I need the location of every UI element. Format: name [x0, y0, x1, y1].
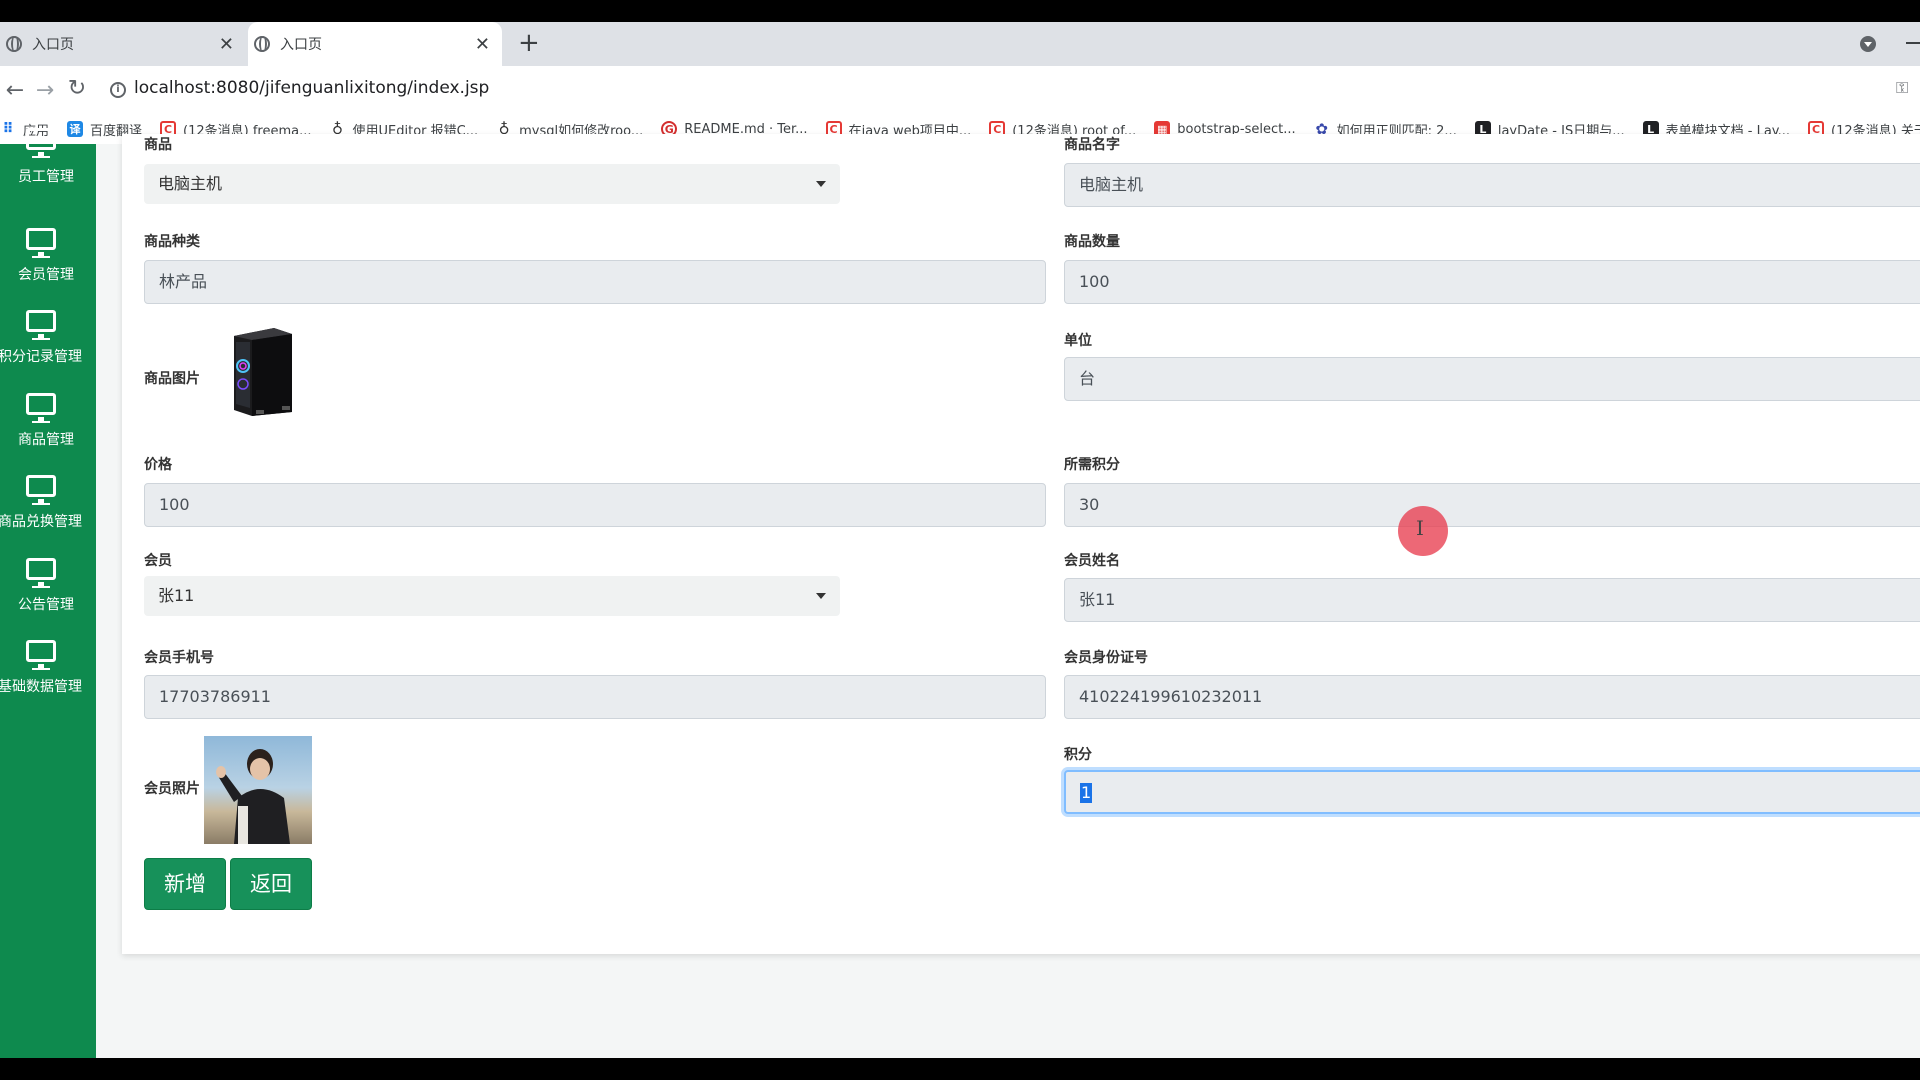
- browser-window: 入口页 ✕ 入口页 ✕ + ← → ↻ i localhost:8080/jif…: [0, 22, 1920, 1058]
- screen-frame: 入口页 ✕ 入口页 ✕ + ← → ↻ i localhost:8080/jif…: [0, 0, 1920, 1080]
- required-points-label: 所需积分: [1064, 457, 1120, 473]
- sidebar-item-base-data[interactable]: 基础数据管理: [0, 640, 96, 720]
- points-field[interactable]: 1: [1064, 770, 1920, 814]
- close-tab-icon[interactable]: ✕: [219, 34, 234, 55]
- member-id-field[interactable]: 410224199610232011: [1064, 675, 1920, 719]
- back-arrow-icon[interactable]: ←: [0, 78, 30, 103]
- tab-1[interactable]: 入口页 ✕: [0, 22, 246, 66]
- goods-select[interactable]: 电脑主机: [144, 164, 840, 204]
- unit-label: 单位: [1064, 333, 1092, 349]
- key-icon[interactable]: ⚿: [1896, 78, 1908, 98]
- chevron-down-icon: [816, 593, 826, 599]
- member-select-value: 张11: [158, 586, 195, 605]
- sidebar-item-goods[interactable]: 商品管理: [0, 393, 96, 473]
- member-name-field[interactable]: 张11: [1064, 578, 1920, 622]
- monitor-icon: [26, 475, 56, 505]
- add-button[interactable]: 新增: [144, 858, 226, 910]
- monitor-icon: [26, 310, 56, 340]
- browser-toolbar: ← → ↻ i localhost:8080/jifenguanlixitong…: [0, 66, 1920, 114]
- member-phone-label: 会员手机号: [144, 650, 214, 666]
- member-select[interactable]: 张11: [144, 576, 840, 616]
- person-photo-icon: [216, 749, 290, 844]
- tab-search-icon[interactable]: [1860, 36, 1876, 52]
- points-value-selected: 1: [1080, 783, 1093, 803]
- monitor-icon: [26, 228, 56, 258]
- tab-title: 入口页: [280, 37, 322, 53]
- sidebar-item-label: 积分记录管理: [0, 349, 82, 365]
- tab-title: 入口页: [32, 37, 74, 53]
- goods-name-label: 商品名字: [1064, 137, 1120, 153]
- sidebar-item-members[interactable]: 会员管理: [0, 228, 96, 308]
- sidebar-item-points-records[interactable]: 积分记录管理: [0, 310, 96, 390]
- sidebar-item-staff[interactable]: 员工管理: [0, 128, 96, 218]
- price-field[interactable]: 100: [144, 483, 1046, 527]
- monitor-icon: [26, 640, 56, 670]
- form-card: 商品 电脑主机 商品名字 电脑主机 商品种类 林产品 商品数量 100 商品图片: [122, 134, 1920, 954]
- member-id-label: 会员身份证号: [1064, 650, 1148, 666]
- globe-icon: [254, 36, 270, 52]
- goods-select-value: 电脑主机: [158, 174, 223, 193]
- close-tab-icon[interactable]: ✕: [475, 34, 490, 55]
- goods-type-label: 商品种类: [144, 234, 200, 250]
- forward-arrow-icon[interactable]: →: [30, 78, 60, 103]
- globe-icon: [6, 36, 22, 52]
- apps-grid-icon: ⠿: [2, 121, 14, 137]
- points-label: 积分: [1064, 747, 1092, 763]
- goods-label: 商品: [144, 137, 172, 153]
- sidebar-item-label: 商品兑换管理: [0, 514, 82, 530]
- back-button[interactable]: 返回: [230, 858, 312, 910]
- baidu-translate-icon: 译: [67, 121, 84, 137]
- member-label: 会员: [144, 553, 172, 569]
- goods-photo-label: 商品图片: [144, 371, 200, 387]
- monitor-icon: [26, 128, 56, 158]
- main-content: 商品 电脑主机 商品名字 电脑主机 商品种类 林产品 商品数量 100 商品图片: [96, 134, 1920, 1058]
- sidebar-item-label: 商品管理: [18, 432, 74, 448]
- unit-field[interactable]: 台: [1064, 357, 1920, 401]
- computer-case-image: [234, 328, 292, 416]
- tab-strip: 入口页 ✕ 入口页 ✕ +: [0, 22, 1920, 66]
- sidebar-item-notices[interactable]: 公告管理: [0, 558, 96, 638]
- goods-count-field[interactable]: 100: [1064, 260, 1920, 304]
- tab-2-active[interactable]: 入口页 ✕: [248, 22, 502, 66]
- minimize-icon[interactable]: [1906, 42, 1920, 44]
- required-points-field[interactable]: 30: [1064, 483, 1920, 527]
- monitor-icon: [26, 393, 56, 423]
- monitor-icon: [26, 558, 56, 588]
- sidebar: 员工管理 会员管理 积分记录管理 商品管理 商品兑换管理 公告管理 基础数据管理: [0, 128, 96, 1058]
- member-photo-image: [204, 736, 312, 844]
- member-phone-field[interactable]: 17703786911: [144, 675, 1046, 719]
- goods-name-field[interactable]: 电脑主机: [1064, 163, 1920, 207]
- site-info-icon[interactable]: i: [110, 82, 126, 98]
- goods-count-label: 商品数量: [1064, 234, 1120, 250]
- chevron-down-icon: [816, 181, 826, 187]
- address-bar[interactable]: localhost:8080/jifenguanlixitong/index.j…: [134, 78, 489, 98]
- sidebar-item-label: 员工管理: [18, 169, 74, 185]
- sidebar-item-label: 会员管理: [18, 267, 74, 283]
- member-name-label: 会员姓名: [1064, 553, 1120, 569]
- text-cursor-icon: I: [1416, 516, 1424, 540]
- new-tab-icon[interactable]: +: [518, 28, 540, 58]
- member-photo-label: 会员照片: [144, 781, 200, 797]
- price-label: 价格: [144, 457, 172, 473]
- sidebar-item-exchange[interactable]: 商品兑换管理: [0, 475, 96, 555]
- goods-type-field[interactable]: 林产品: [144, 260, 1046, 304]
- sidebar-item-label: 公告管理: [18, 597, 74, 613]
- sidebar-item-label: 基础数据管理: [0, 679, 82, 695]
- reload-icon[interactable]: ↻: [62, 76, 92, 101]
